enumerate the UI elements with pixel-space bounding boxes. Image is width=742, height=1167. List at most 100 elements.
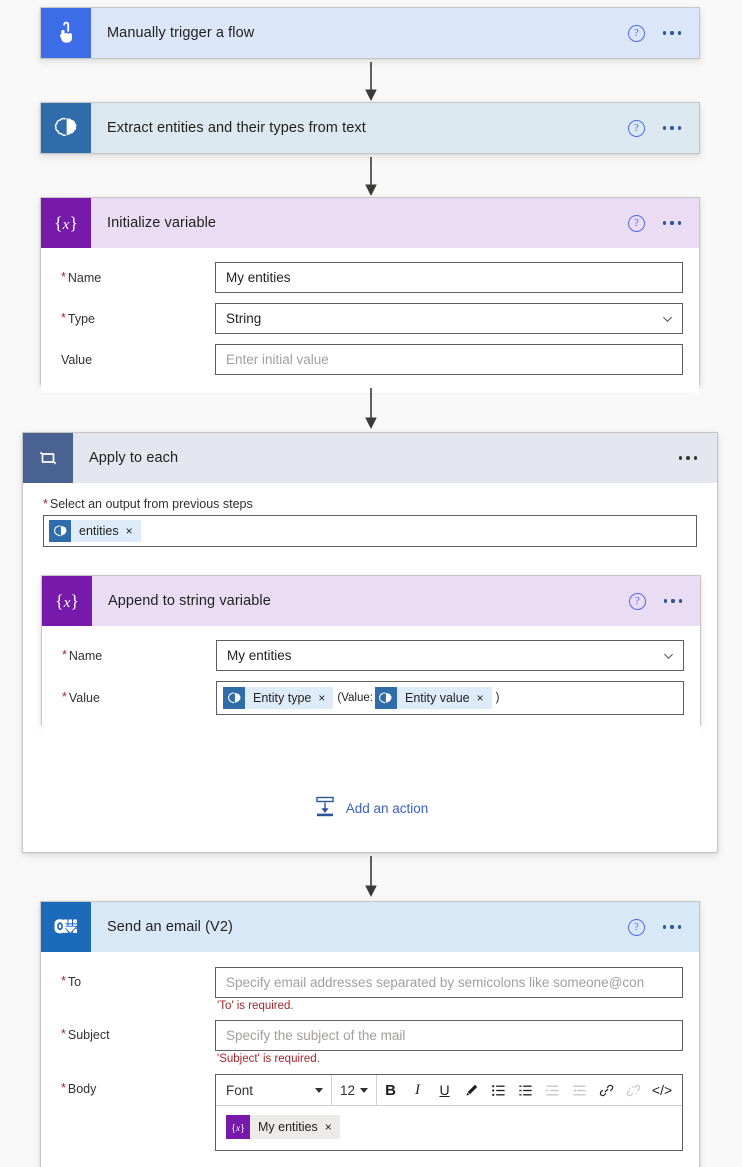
step-card-extract-entities[interactable]: Extract entities and their types from te… [40,102,700,154]
add-an-action-button[interactable]: Add an action [23,793,719,823]
bulleted-list-icon[interactable] [485,1075,512,1106]
field-label-text: Subject [67,1028,110,1042]
rte-content-area[interactable]: {x} My entities × [216,1106,682,1150]
flow-arrow [361,157,381,197]
variable-type-select[interactable]: String [215,303,683,334]
scope-card-apply-to-each[interactable]: Apply to each * Select an output from pre… [22,432,718,853]
card-header-actions: ? [628,576,700,626]
rich-text-editor[interactable]: Font 12 B I U </> {x} My entities × [215,1074,683,1151]
svg-text:{x}: {x} [55,591,79,611]
step-card-initialize-variable[interactable]: {x} Initialize variable ? * Name My enti… [40,197,700,393]
field-row-subject: * Subject Specify the subject of the mai… [57,1020,683,1065]
token-remove-icon[interactable]: × [325,1120,340,1134]
card-title: Manually trigger a flow [107,25,255,41]
card-header: {x} Append to string variable ? [42,576,700,626]
help-icon[interactable]: ? [627,918,645,936]
field-label-text: Type [67,311,95,326]
card-body: * Name My entities * Type String Value E… [41,248,699,393]
field-control: Font 12 B I U </> {x} My entities × [215,1074,683,1151]
card-header-actions: ? [627,902,699,952]
field-label-text: Name [67,270,102,285]
card-header: Manually trigger a flow ? [41,8,699,58]
variable-braces-icon: {x} [226,1115,250,1139]
step-card-manually-trigger-a-flow[interactable]: Manually trigger a flow ? [40,7,700,59]
token-label: Entity value [404,691,470,705]
card-body: * Name My entities * Value Entity type ×… [42,626,700,733]
field-row-to: * To Specify email addresses separated b… [57,967,683,1012]
bold-button[interactable]: B [377,1075,404,1106]
token-remove-icon[interactable]: × [126,524,141,538]
field-row-name: * Name My entities [57,262,683,293]
field-control: String [215,303,683,334]
field-label-text: Value [68,691,100,705]
card-body: * To Specify email addresses separated b… [41,952,699,1167]
field-label-text: To [67,975,82,989]
card-title: Append to string variable [108,593,271,609]
flow-arrow [361,856,381,898]
token-entity-type[interactable]: Entity type × [223,687,334,709]
append-variable-name-select[interactable]: My entities [216,640,684,671]
hand-tap-icon [41,8,91,58]
field-row-value: Value Enter initial value [57,344,683,375]
help-icon[interactable]: ? [627,119,645,137]
append-variable-value-input[interactable]: Entity type × (Value: Entity value ×) [216,681,684,715]
field-label-text: Body [67,1082,97,1096]
loop-input-label-text: Select an output from previous steps [49,497,253,511]
email-subject-input[interactable]: Specify the subject of the mail [215,1020,683,1051]
more-menu-icon[interactable] [662,31,681,35]
pen-highlight-icon[interactable] [458,1075,485,1106]
token-my-entities[interactable]: {x} My entities × [226,1115,340,1139]
step-card-append-to-string-variable[interactable]: {x} Append to string variable ? * Name M [41,575,701,733]
loop-input-field[interactable]: entities × [43,515,697,547]
flow-arrow [361,388,381,430]
field-label: * Body [57,1074,215,1096]
token-entities[interactable]: entities × [49,520,141,542]
step-card-send-an-email[interactable]: Send an email (V2) ? * To Specify email … [40,901,700,1167]
required-asterisk: * [61,269,66,284]
to-error-message: 'To' is required. [217,1000,294,1012]
required-asterisk: * [62,647,67,662]
field-row-type: * Type String [57,303,683,334]
value-literal-close: ) [495,692,500,704]
email-to-input[interactable]: Specify email addresses separated by sem… [215,967,683,998]
more-menu-icon[interactable] [662,126,681,130]
token-remove-icon[interactable]: × [318,691,333,705]
token-remove-icon[interactable]: × [477,691,492,705]
svg-text:{x}: {x} [231,1123,245,1134]
card-header-actions [678,433,717,483]
link-icon[interactable] [593,1075,620,1106]
token-entity-value[interactable]: Entity value × [374,687,492,709]
token-label: Entity type [253,691,312,705]
card-title: Extract entities and their types from te… [107,120,366,136]
field-label: * Type [57,311,215,326]
brain-icon [49,520,71,542]
more-menu-icon[interactable] [663,599,682,603]
card-header-actions: ? [627,8,699,58]
help-icon[interactable]: ? [627,24,645,42]
required-asterisk: * [61,1081,66,1095]
field-row-value: * Value Entity type × (Value: Entity val… [58,681,684,715]
font-size-select[interactable]: 12 [332,1075,376,1106]
variable-value-input[interactable]: Enter initial value [215,344,683,375]
help-icon[interactable]: ? [627,214,645,232]
field-label: * Value [58,691,216,705]
field-control: Specify email addresses separated by sem… [215,967,683,1012]
more-menu-icon[interactable] [662,925,681,929]
more-menu-icon[interactable] [662,221,681,225]
variable-name-input[interactable]: My entities [215,262,683,293]
more-menu-icon[interactable] [678,456,697,460]
numbered-list-icon[interactable] [512,1075,539,1106]
font-size-value: 12 [340,1082,356,1098]
chevron-down-icon [360,1087,369,1093]
code-view-button[interactable]: </> [647,1075,677,1106]
outlook-icon [41,902,91,952]
font-family-select[interactable]: Font [216,1075,331,1106]
card-header-actions: ? [627,198,699,248]
chevron-down-icon [315,1087,323,1093]
help-icon[interactable]: ? [628,592,646,610]
flow-arrow [361,62,381,102]
rte-toolbar: Font 12 B I U </> [216,1074,682,1106]
token-label: My entities [258,1120,318,1134]
italic-button[interactable]: I [404,1075,431,1106]
underline-button[interactable]: U [431,1075,458,1106]
